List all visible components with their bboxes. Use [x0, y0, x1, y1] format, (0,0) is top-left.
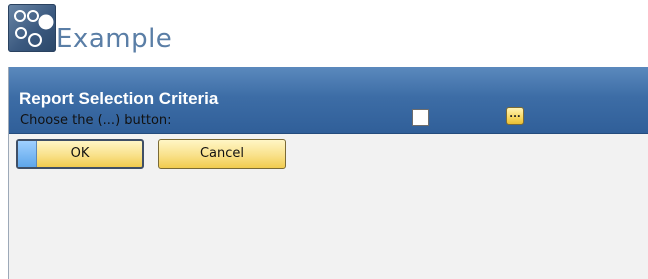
ok-button-label: OK: [70, 146, 90, 161]
report-selection-dialog: Report Selection Criteria: [8, 67, 648, 279]
ok-button[interactable]: OK: [16, 139, 144, 169]
sap-b1-logo-icon: [8, 4, 56, 52]
cancel-button[interactable]: Cancel: [158, 139, 286, 169]
example-title: Example: [56, 24, 173, 54]
example-header: Example: [2, 0, 642, 60]
criteria-checkbox[interactable]: [412, 109, 429, 126]
ok-button-accent: [18, 141, 37, 167]
choose-button-label: Choose the (...) button:: [20, 113, 172, 128]
browse-button[interactable]: ...: [506, 107, 524, 125]
dialog-title: Report Selection Criteria: [19, 89, 219, 108]
